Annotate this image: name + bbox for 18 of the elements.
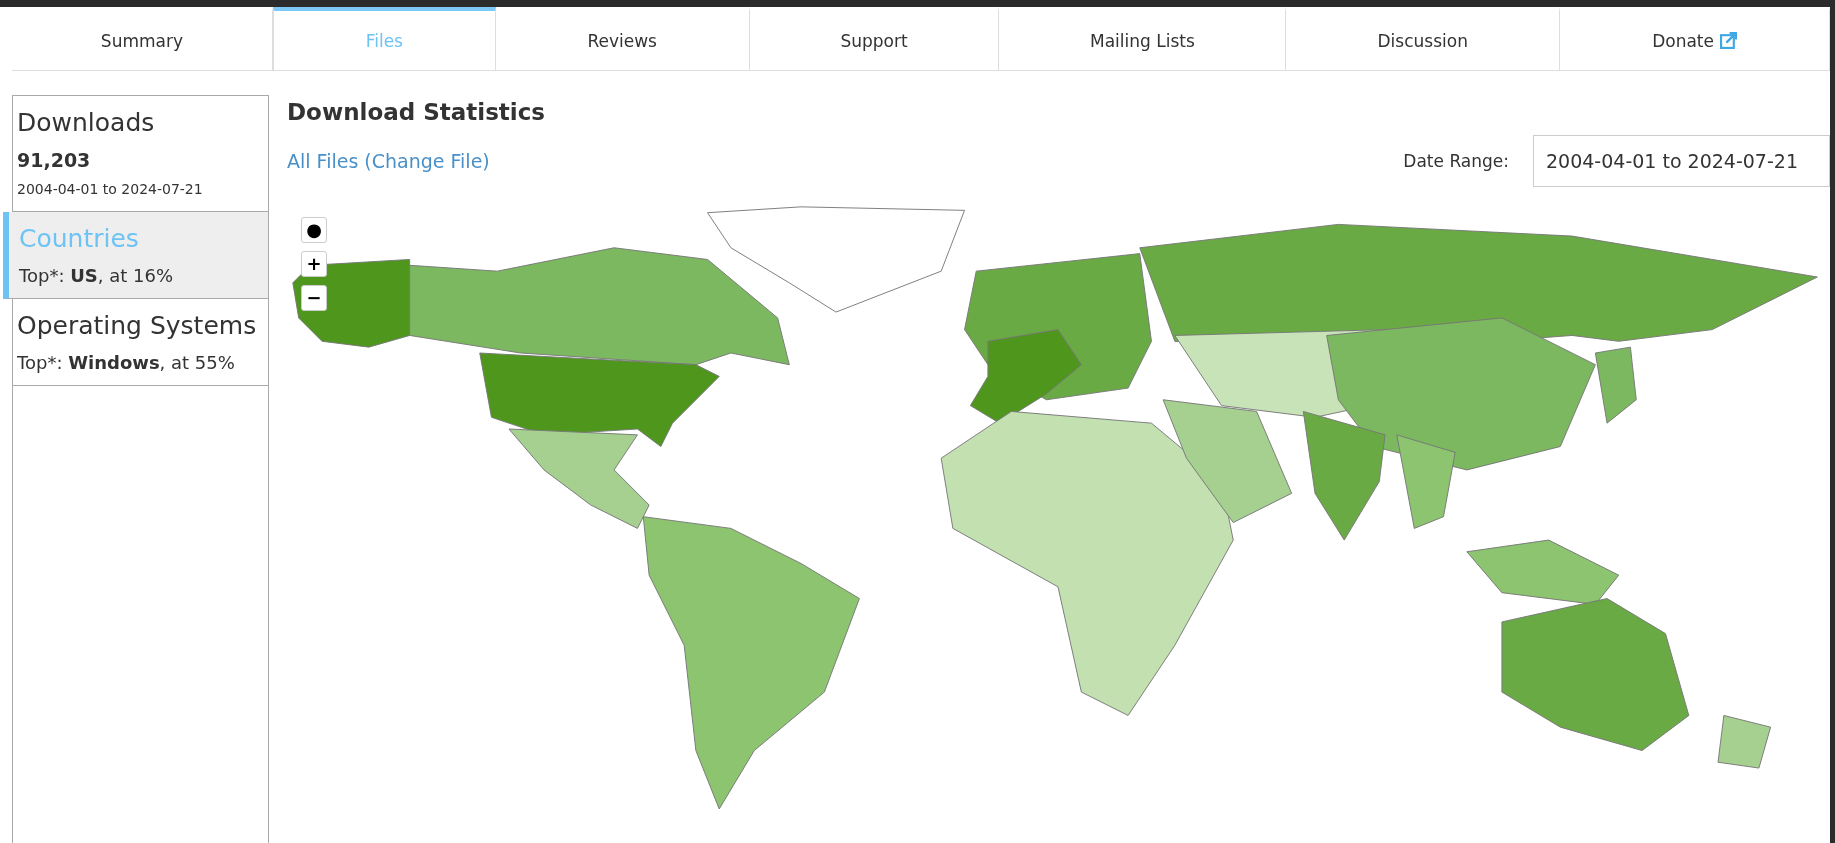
nav-tab[interactable]: Summary [12, 7, 273, 70]
map-zoom-button[interactable]: + [301, 251, 327, 277]
map-zoom-button[interactable]: − [301, 285, 327, 311]
downloads-total: 91,203 [17, 149, 92, 171]
page-title: Download Statistics [287, 99, 547, 125]
date-range-label: Date Range: [1403, 151, 1509, 171]
sidebar-item[interactable]: Operating Systems Top*: Windows, at 55% [13, 299, 268, 386]
downloads-range: 2004-04-01 to 2024-07-21 [17, 181, 204, 197]
nav-tab[interactable]: Reviews [495, 7, 750, 70]
downloads-title: Downloads [17, 108, 156, 137]
nav-tab[interactable]: Support [749, 7, 1000, 70]
nav-tab[interactable]: Mailing Lists [999, 7, 1287, 70]
sidebar-item[interactable]: Countries Top*: US, at 16% [3, 212, 268, 299]
external-link-icon [1719, 32, 1737, 49]
nav-tab[interactable]: Donate [1560, 7, 1830, 70]
map-zoom-button[interactable]: ● [301, 217, 327, 243]
nav-tab[interactable]: Discussion [1286, 7, 1561, 70]
date-range-field[interactable]: 2004-04-01 to 2024-07-21 [1533, 135, 1830, 187]
